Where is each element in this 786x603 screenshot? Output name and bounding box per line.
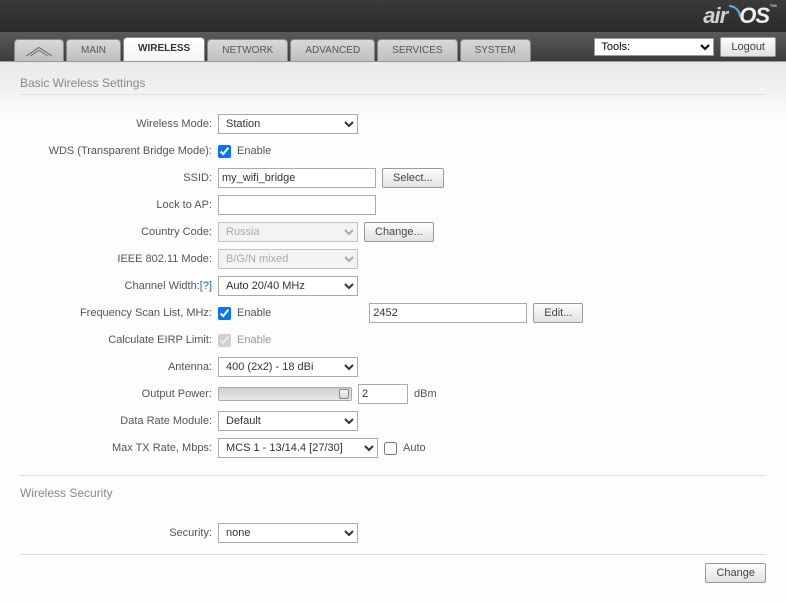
label-ssid: SSID:: [30, 172, 218, 184]
label-freqscan: Frequency Scan List, MHz:: [30, 307, 218, 319]
section-security-title: Wireless Security: [20, 486, 766, 504]
trademark: ™: [769, 3, 776, 12]
channel-width-select[interactable]: Auto 20/40 MHz: [218, 276, 358, 296]
freqscan-edit-button[interactable]: Edit...: [533, 303, 583, 323]
freqscan-value-input[interactable]: [369, 303, 527, 323]
lock-ap-input[interactable]: [218, 195, 376, 215]
brand-air: air: [703, 3, 727, 28]
label-max-tx: Max TX Rate, Mbps:: [30, 442, 218, 454]
label-ieee: IEEE 802.11 Mode:: [30, 253, 218, 265]
country-select: Russia: [218, 222, 358, 242]
wds-enable-label: Enable: [237, 145, 271, 157]
tools-dropdown[interactable]: Tools:: [594, 38, 714, 56]
ssid-select-button[interactable]: Select...: [382, 168, 444, 188]
change-button[interactable]: Change: [705, 563, 766, 583]
max-tx-auto-label: Auto: [403, 442, 426, 454]
tab-advanced[interactable]: ADVANCED: [290, 39, 375, 61]
output-power-slider[interactable]: [218, 387, 352, 401]
wireless-mode-select[interactable]: Station: [218, 114, 358, 134]
output-power-input[interactable]: [358, 384, 408, 404]
slider-thumb[interactable]: [339, 389, 349, 399]
label-country: Country Code:: [30, 226, 218, 238]
ieee-mode-select: B/G/N mixed: [218, 249, 358, 269]
divider: [20, 475, 766, 476]
wds-enable-checkbox[interactable]: [218, 145, 231, 158]
label-antenna: Antenna:: [30, 361, 218, 373]
label-security: Security:: [30, 527, 218, 539]
label-wireless-mode: Wireless Mode:: [30, 118, 218, 130]
eirp-enable-label: Enable: [237, 334, 271, 346]
dbm-unit-label: dBm: [414, 388, 437, 400]
freqscan-enable-checkbox[interactable]: [218, 307, 231, 320]
tab-network[interactable]: NETWORK: [207, 39, 288, 61]
antenna-select[interactable]: 400 (2x2) - 18 dBi: [218, 357, 358, 377]
content-area: Basic Wireless Settings Wireless Mode: S…: [0, 62, 786, 603]
max-tx-auto-checkbox[interactable]: [384, 442, 397, 455]
freqscan-enable-label: Enable: [237, 307, 271, 319]
data-rate-select[interactable]: Default: [218, 411, 358, 431]
security-select[interactable]: none: [218, 523, 358, 543]
tab-main[interactable]: MAIN: [66, 39, 121, 61]
tab-home-icon[interactable]: [14, 39, 64, 61]
chanwidth-help-icon[interactable]: [?]: [200, 280, 212, 292]
ssid-input[interactable]: [218, 168, 376, 188]
max-tx-select[interactable]: MCS 1 - 13/14.4 [27/30]: [218, 438, 378, 458]
header-bar: air OS™: [0, 0, 786, 32]
tab-wireless[interactable]: WIRELESS: [123, 37, 205, 61]
eirp-enable-checkbox: [218, 334, 231, 347]
wifi-icon: [729, 3, 741, 15]
label-chanwidth: Channel Width:[?]: [30, 280, 218, 292]
label-wds: WDS (Transparent Bridge Mode):: [30, 145, 218, 157]
antenna-icon: [25, 44, 53, 58]
label-output-power: Output Power:: [30, 388, 218, 400]
brand-os: OS: [739, 3, 769, 28]
country-change-button[interactable]: Change...: [364, 222, 434, 242]
label-eirp: Calculate EIRP Limit:: [30, 334, 218, 346]
tab-system[interactable]: SYSTEM: [460, 39, 531, 61]
tab-services[interactable]: SERVICES: [377, 39, 457, 61]
tab-bar: MAIN WIRELESS NETWORK ADVANCED SERVICES …: [0, 32, 786, 62]
label-data-rate: Data Rate Module:: [30, 415, 218, 427]
brand-logo: air OS™: [703, 3, 776, 29]
label-lock-ap: Lock to AP:: [30, 199, 218, 211]
section-basic-title: Basic Wireless Settings: [20, 76, 766, 95]
logout-button[interactable]: Logout: [720, 37, 776, 57]
